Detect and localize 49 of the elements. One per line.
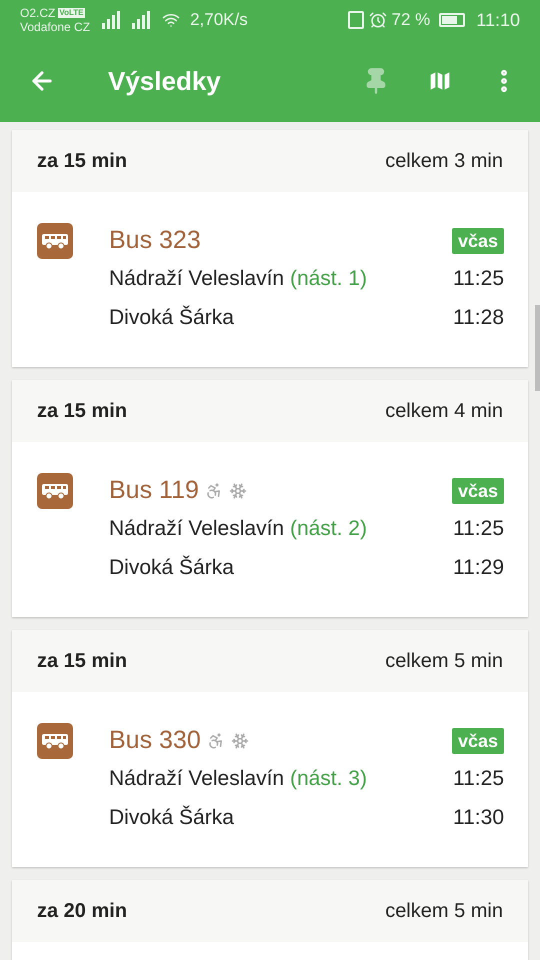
network-speed: 2,70K/s — [190, 9, 248, 32]
volte-badge: VoLTE — [58, 8, 84, 18]
battery-icon — [439, 13, 466, 27]
arrival-stop: Divoká Šárka — [109, 554, 234, 581]
clock: 11:10 — [476, 8, 520, 32]
screen-title: Výsledky — [108, 64, 221, 98]
arrival-time: 11:28 — [453, 304, 504, 331]
departure-time: 11:25 — [453, 766, 504, 792]
bus-icon — [37, 723, 73, 759]
departure-countdown: za 20 min — [37, 899, 128, 924]
result-card[interactable]: za 15 min celkem 5 min Bus 330 včas Nádraží Veleslavín (nást. 3) 11:25 Divoká Šárka 11:30 — [12, 630, 528, 867]
status-badge: včas — [452, 228, 504, 254]
status-badge: včas — [452, 728, 504, 754]
departure-stop: Nádraží Veleslavín (nást. 1) — [109, 266, 367, 292]
departure-countdown: za 15 min — [37, 399, 128, 424]
result-card[interactable]: za 15 min celkem 4 min Bus 119 včas Nádraží Veleslavín (nást. 2) 11:25 Divoká Šárka 11:29 — [12, 380, 528, 617]
bus-icon — [37, 473, 73, 509]
line-name: Bus 330 — [109, 725, 201, 756]
bus-icon — [37, 223, 73, 259]
arrival-stop: Divoká Šárka — [109, 804, 234, 831]
total-duration: celkem 5 min — [385, 649, 503, 674]
carrier-name: O2.CZ — [20, 6, 56, 20]
total-duration: celkem 3 min — [385, 149, 503, 174]
snowflake-icon — [228, 482, 247, 500]
total-duration: celkem 4 min — [385, 399, 503, 424]
total-duration: celkem 5 min — [385, 899, 503, 924]
wheelchair-icon — [204, 482, 223, 500]
carrier-name: Vodafone CZ — [20, 20, 90, 34]
wifi-icon — [162, 11, 180, 29]
line-name: Bus 119 — [109, 475, 199, 506]
battery-percent: 72 % — [392, 9, 430, 32]
arrival-time: 11:30 — [453, 804, 504, 831]
signal-icon — [102, 11, 122, 29]
departure-stop: Nádraží Veleslavín (nást. 3) — [109, 766, 367, 792]
arrival-stop: Divoká Šárka — [109, 304, 234, 331]
line-name: Bus 323 — [109, 225, 201, 256]
alarm-icon — [368, 11, 387, 29]
result-card[interactable]: za 20 min celkem 5 min — [12, 880, 528, 960]
snowflake-icon — [230, 732, 249, 750]
departure-countdown: za 15 min — [37, 649, 128, 674]
departure-countdown: za 15 min — [37, 149, 128, 174]
signal-icon — [132, 11, 152, 29]
wheelchair-icon — [206, 732, 225, 750]
arrival-time: 11:29 — [453, 554, 504, 581]
status-badge: včas — [452, 478, 504, 504]
departure-time: 11:25 — [453, 516, 504, 542]
departure-time: 11:25 — [453, 266, 504, 292]
result-card[interactable]: za 15 min celkem 3 min Bus 323 včas Nádraží Veleslavín (nást. 1) 11:25 Divoká Šárka 11:28 — [12, 130, 528, 367]
departure-stop: Nádraží Veleslavín (nást. 2) — [109, 516, 367, 542]
